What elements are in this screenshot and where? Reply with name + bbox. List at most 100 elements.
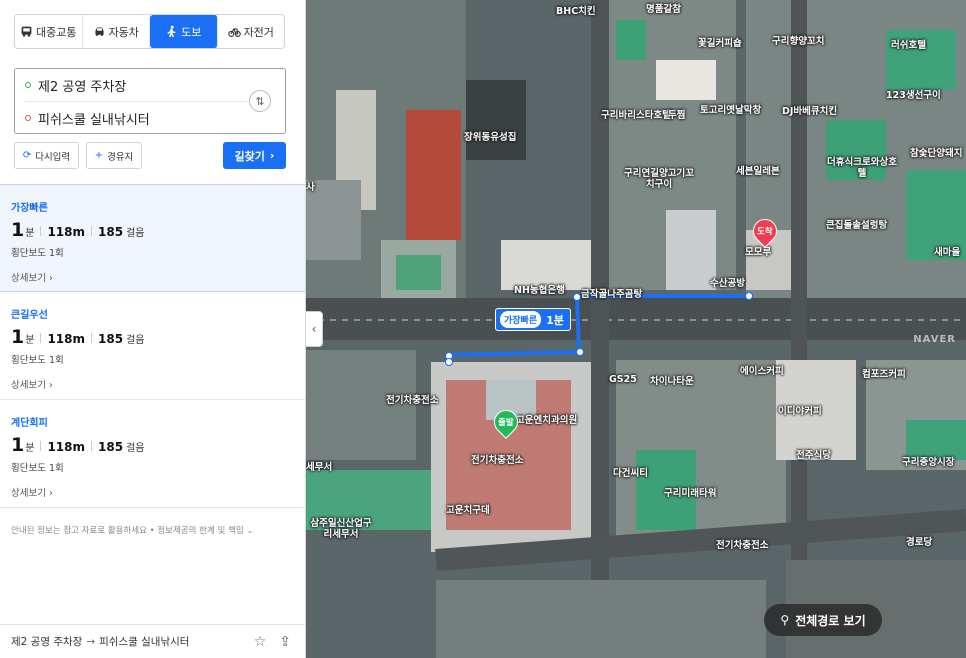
- poi-label[interactable]: 러쉬호텔: [891, 40, 926, 51]
- route-summary: 1 분 118m 185 걸음: [11, 219, 294, 241]
- poi-label[interactable]: 세븐일레븐: [736, 166, 780, 177]
- end-field[interactable]: 피쉬스쿨 실내낚시터: [25, 102, 245, 134]
- poi-label[interactable]: 삼주일신산업구리세무서: [310, 518, 372, 540]
- poi-label[interactable]: 수산공방: [710, 278, 745, 289]
- map-view[interactable]: BHC치킨 명품갈참 꽃길커피숍 구리향양꼬치 러쉬호텔 구리바리스타호텔 두찜…: [306, 0, 966, 658]
- chevron-left-icon: ‹: [311, 322, 317, 336]
- poi-label[interactable]: 더휴식크로와상호텔: [826, 157, 898, 179]
- poi-label[interactable]: 구리미래타워: [664, 488, 716, 499]
- crosswalk-info: 횡단보도 1회: [11, 463, 64, 474]
- poi-label[interactable]: 경로당: [906, 537, 932, 548]
- satellite-map: [306, 0, 966, 658]
- detail-link[interactable]: 상세보기 ›: [11, 485, 294, 499]
- poi-label[interactable]: 토고리옛날막창: [700, 105, 761, 116]
- end-dot-icon: [25, 115, 31, 121]
- route-panel: 대중교통 자동차 도보 자전거 제2 공영 주차장 피쉬스쿨 실내낚시터 ⇅ ⟳…: [0, 0, 306, 658]
- poi-label[interactable]: 구리바리스타호텔: [601, 110, 671, 121]
- reset-button[interactable]: ⟳ 다시입력: [14, 142, 79, 169]
- separator: [40, 226, 42, 236]
- poi-label[interactable]: 세무서: [306, 462, 332, 473]
- star-icon[interactable]: ☆: [254, 634, 267, 650]
- route-input-box: 제2 공영 주차장 피쉬스쿨 실내낚시터 ⇅: [14, 68, 286, 134]
- crosswalk-info: 횡단보도 1회: [11, 248, 64, 259]
- poi-label[interactable]: DJ바베큐치킨: [782, 106, 837, 117]
- separator: [40, 441, 42, 451]
- chevron-right-icon: ›: [269, 149, 275, 162]
- poi-label[interactable]: GS25: [609, 374, 637, 385]
- poi-label[interactable]: 전주식당: [796, 450, 831, 461]
- poi-label[interactable]: 차이나타운: [650, 376, 694, 387]
- poi-label[interactable]: 123생선구이: [886, 90, 941, 101]
- find-label: 길찾기: [234, 149, 265, 163]
- poi-label[interactable]: 큰집돌솥설렁탕: [826, 220, 887, 231]
- separator: [91, 333, 92, 343]
- route-steps: 185: [98, 225, 124, 239]
- poi-label[interactable]: 전기차충전소: [716, 540, 768, 551]
- start-text: 제2 공영 주차장: [38, 79, 127, 95]
- poi-label[interactable]: 명품갈참: [646, 4, 681, 15]
- separator: [91, 226, 92, 236]
- route-summary: 1 분 118m 185 걸음: [11, 326, 294, 348]
- route-option-avoid-stairs[interactable]: 계단회피 1 분 118m 185 걸음 횡단보도 1회 상세보기 ›: [0, 400, 305, 508]
- mode-label: 도보: [181, 25, 202, 39]
- route-badge-time: 1분: [546, 313, 564, 327]
- share-icon[interactable]: ⇪: [279, 634, 291, 650]
- poi-label[interactable]: 참숯단양돼지: [910, 148, 962, 159]
- crosswalk-info: 횡단보도 1회: [11, 355, 64, 366]
- start-field[interactable]: 제2 공영 주차장: [25, 69, 245, 101]
- mode-label: 대중교통: [36, 25, 77, 39]
- poi-label[interactable]: 구리향양꼬치: [772, 36, 824, 47]
- poi-label[interactable]: 전기차충전소: [386, 395, 438, 406]
- detail-link[interactable]: 상세보기 ›: [11, 270, 294, 284]
- poi-label[interactable]: 고운치구데: [446, 505, 490, 516]
- poi-label[interactable]: 다건씨티: [613, 468, 648, 479]
- poi-label[interactable]: 두찜: [668, 110, 685, 121]
- walk-icon: [167, 25, 176, 38]
- mode-tab-bike[interactable]: 자전거: [218, 15, 285, 48]
- poi-label[interactable]: NH농협은행: [514, 285, 565, 296]
- transport-mode-tabs: 대중교통 자동차 도보 자전거: [14, 14, 285, 49]
- minutes-unit: 분: [25, 228, 35, 239]
- route-type: 가장빠른: [11, 203, 48, 214]
- route-type: 큰길우선: [11, 310, 48, 321]
- minutes-unit: 분: [25, 443, 35, 454]
- route-minutes: 1: [11, 326, 25, 348]
- poi-label[interactable]: 에이스커피: [740, 366, 784, 377]
- bike-icon: [227, 27, 241, 37]
- poi-label[interactable]: 금작골나주곰탕: [581, 289, 642, 300]
- poi-label[interactable]: 이디야커피: [778, 406, 822, 417]
- mode-tab-car[interactable]: 자동차: [83, 15, 150, 48]
- route-option-main-road[interactable]: 큰길우선 1 분 118m 185 걸음 횡단보도 1회 상세보기 ›: [0, 292, 305, 400]
- poi-label[interactable]: BHC치킨: [556, 6, 596, 17]
- poi-label[interactable]: 구리중앙시장: [902, 457, 954, 468]
- minutes-unit: 분: [25, 335, 35, 346]
- route-option-fastest[interactable]: 가장빠른 1 분 118m 185 걸음 횡단보도 1회 상세보기 ›: [0, 184, 305, 292]
- poi-label[interactable]: 고운엔치과의원: [516, 415, 577, 426]
- find-route-button[interactable]: 길찾기 ›: [223, 142, 286, 169]
- poi-label[interactable]: 꽃길커피숍: [698, 38, 742, 49]
- add-waypoint-button[interactable]: + 경유지: [86, 142, 142, 169]
- route-time-badge[interactable]: 가장빠른 1분: [495, 308, 571, 331]
- detail-link[interactable]: 상세보기 ›: [11, 377, 294, 391]
- end-marker-label: 도착: [757, 227, 773, 238]
- steps-unit: 걸음: [126, 335, 145, 346]
- poi-label[interactable]: 전기차충전소: [471, 455, 523, 466]
- swap-button[interactable]: ⇅: [249, 90, 271, 112]
- poi-label[interactable]: 컴포즈커피: [862, 369, 906, 380]
- steps-unit: 걸음: [126, 228, 145, 239]
- poi-label[interactable]: 장위동유성집: [464, 132, 516, 143]
- route-results: 가장빠른 1 분 118m 185 걸음 횡단보도 1회 상세보기 › 큰길우선…: [0, 184, 305, 508]
- info-notice[interactable]: 안내된 정보는 참고 자료로 활용하세요 • 정보제공의 한계 및 책임 ⌄: [11, 524, 253, 536]
- mode-tab-walk[interactable]: 도보: [150, 15, 218, 48]
- footer-arrow: →: [86, 635, 96, 648]
- footer-end: 피쉬스쿨 실내낚시터: [99, 636, 190, 648]
- poi-label[interactable]: 모모루: [745, 247, 771, 258]
- full-route-button[interactable]: ⚲ 전체경로 보기: [764, 604, 882, 636]
- poi-label[interactable]: 구리연길양고기꼬치구이: [624, 168, 694, 190]
- poi-label[interactable]: 사: [306, 182, 315, 193]
- naver-watermark: NAVER: [913, 334, 956, 345]
- mode-tab-transit[interactable]: 대중교통: [15, 15, 83, 48]
- refresh-icon: ⟳: [22, 150, 32, 161]
- collapse-panel-button[interactable]: ‹: [306, 311, 323, 347]
- poi-label[interactable]: 새마을: [934, 247, 960, 258]
